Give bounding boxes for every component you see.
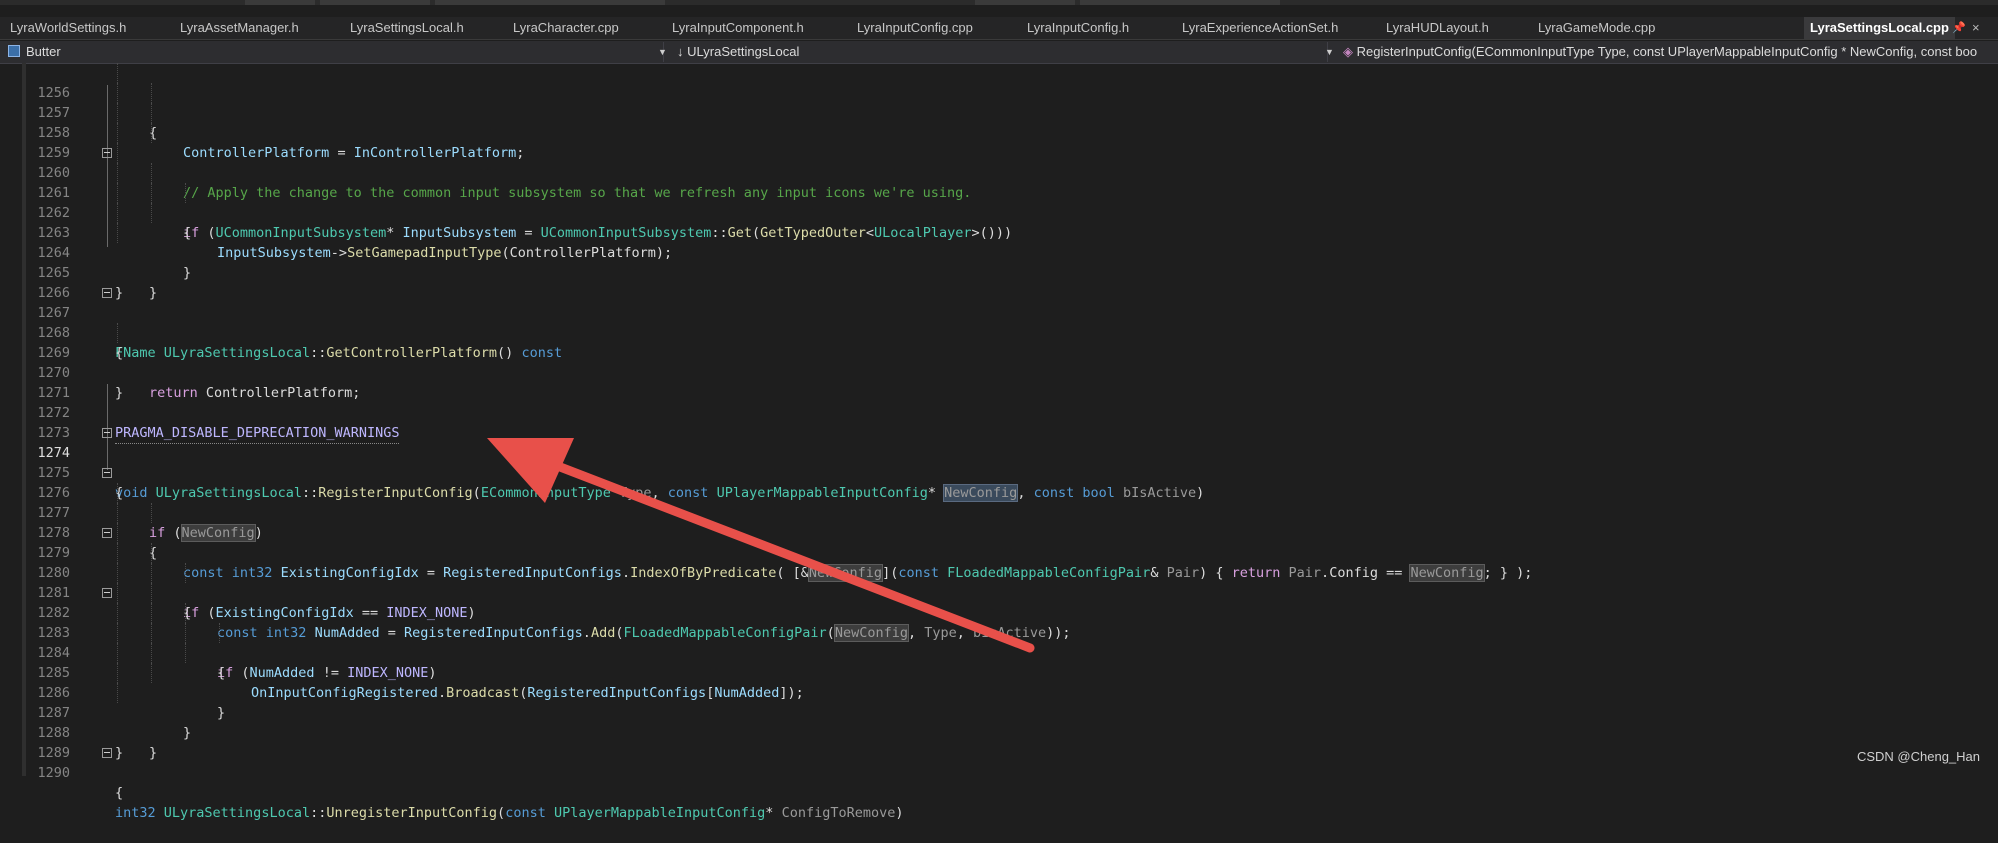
red-annotation-arrow — [487, 438, 1035, 653]
code-line-1290: int32 ULyraSettingsLocal::UnregisterInpu… — [115, 805, 904, 821]
watermark: CSDN @Cheng_Han — [1856, 749, 1980, 764]
